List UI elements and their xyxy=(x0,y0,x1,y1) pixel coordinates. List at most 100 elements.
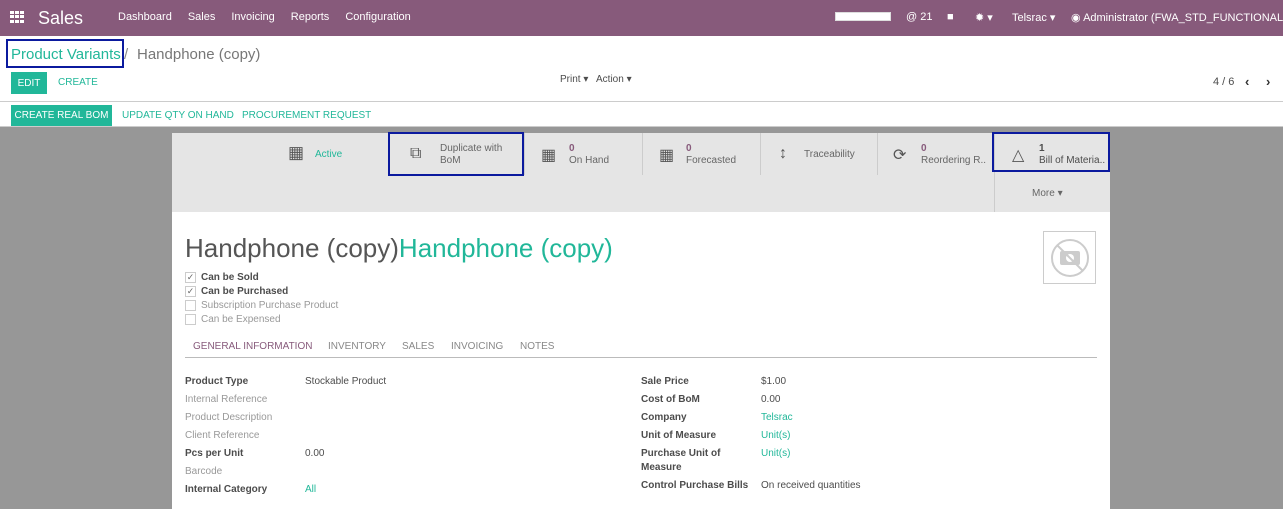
arrows-vertical-icon: ↕ xyxy=(779,145,787,162)
pcs-per-unit-label: Pcs per Unit xyxy=(185,448,244,459)
app-name: Sales xyxy=(38,8,84,28)
internal-reference-label: Internal Reference xyxy=(185,394,268,405)
on-hand-button[interactable]: ▦ 0 On Hand xyxy=(524,133,642,175)
can-be-sold-checkbox[interactable]: ✓ Can be Sold xyxy=(185,272,259,283)
can-be-purchased-checkbox[interactable]: ✓ Can be Purchased xyxy=(185,286,288,297)
forecasted-button[interactable]: ▦ 0 Forecasted xyxy=(642,133,760,175)
print-dropdown[interactable]: Print ▾ xyxy=(560,74,588,85)
tab-inventory[interactable]: Inventory xyxy=(328,341,386,352)
tab-sales[interactable]: Sales xyxy=(402,341,434,352)
edit-button[interactable]: Edit xyxy=(11,72,47,94)
unit-of-measure-label: Unit of Measure xyxy=(641,430,717,441)
pager-next-icon[interactable]: › xyxy=(1266,74,1270,89)
breadcrumb-current: Handphone (copy) xyxy=(137,46,261,63)
create-real-bom-button[interactable]: Create real BOM xyxy=(11,105,112,126)
empty-checkbox-icon xyxy=(185,300,196,311)
check-icon: ✓ xyxy=(185,272,196,283)
tab-general-information[interactable]: General Information xyxy=(193,341,312,352)
pcs-per-unit-value[interactable]: 0.00 xyxy=(305,448,324,459)
mentions-count: 21 xyxy=(920,11,933,23)
on-hand-count: 0 xyxy=(569,143,575,154)
button-box: ▦ Active ⧉ Duplicate with BoM ▦ 0 On Han… xyxy=(172,133,1110,212)
user-avatar-icon: ◉ xyxy=(1071,12,1081,24)
menu-sales[interactable]: Sales xyxy=(188,11,216,23)
create-button[interactable]: Create xyxy=(58,77,98,88)
control-purchase-bills-value[interactable]: On received quantities xyxy=(761,480,861,491)
subscription-label: Subscription Purchase Product xyxy=(201,300,339,311)
bom-label: Bill of Materia.. xyxy=(1039,155,1106,166)
top-navbar: Sales Dashboard Sales Invoicing Reports … xyxy=(0,0,1283,36)
archive-icon: ▦ xyxy=(288,143,305,162)
copy-icon: ⧉ xyxy=(410,145,422,162)
company-value[interactable]: Telsrac xyxy=(761,412,793,423)
breadcrumb-separator: / xyxy=(124,46,129,63)
building-icon: ▦ xyxy=(659,147,675,164)
flask-icon: △ xyxy=(1012,147,1025,164)
purchase-uom-label-line2: Measure xyxy=(641,462,682,473)
purchase-uom-value[interactable]: Unit(s) xyxy=(761,448,790,459)
product-image-placeholder[interactable] xyxy=(1043,231,1096,284)
mentions-counter[interactable]: @ 21 xyxy=(906,11,932,23)
action-dropdown[interactable]: Action ▾ xyxy=(596,74,632,85)
barcode-label: Barcode xyxy=(185,466,223,477)
sale-price-value[interactable]: $1.00 xyxy=(761,376,786,387)
tab-notes[interactable]: Notes xyxy=(520,341,554,352)
menu-invoicing[interactable]: Invoicing xyxy=(231,11,274,23)
menu-configuration[interactable]: Configuration xyxy=(345,11,410,23)
company-switcher[interactable]: Telsrac ▾ xyxy=(1012,11,1055,24)
user-menu[interactable]: ◉ Administrator (FWA_STD_FUNCTIONAL2) xyxy=(1071,11,1283,24)
breadcrumb-parent[interactable]: Product Variants xyxy=(11,46,121,63)
more-label: More ▾ xyxy=(1032,188,1063,199)
internal-category-value[interactable]: All xyxy=(305,484,316,495)
more-button[interactable]: More ▾ xyxy=(994,175,1110,212)
chat-icon[interactable]: ■ xyxy=(947,11,954,23)
reordering-label: Reordering R.. xyxy=(921,155,987,166)
reordering-rules-button[interactable]: ⟳ 0 Reordering R.. xyxy=(877,133,994,175)
action-label: Action xyxy=(596,74,624,85)
camera-icon xyxy=(1051,239,1089,277)
update-qty-button[interactable]: Update Qty On Hand xyxy=(122,105,234,126)
pager-value: 4 / 6 xyxy=(1213,76,1235,88)
cost-of-bom-value: 0.00 xyxy=(761,394,781,405)
menu-dashboard[interactable]: Dashboard xyxy=(118,11,172,23)
active-label: Active xyxy=(315,149,343,160)
duplicate-label-1: Duplicate with xyxy=(440,143,503,154)
forecasted-label: Forecasted xyxy=(686,155,737,166)
subscription-checkbox[interactable]: Subscription Purchase Product xyxy=(185,300,338,311)
print-label: Print xyxy=(560,74,581,85)
traceability-button[interactable]: ↕ Traceability xyxy=(760,133,877,175)
cost-of-bom-label: Cost of BoM xyxy=(641,394,700,405)
bill-of-materials-button[interactable]: △ 1 Bill of Materia.. xyxy=(994,133,1110,175)
form-sheet: ▦ Active ⧉ Duplicate with BoM ▦ 0 On Han… xyxy=(172,133,1110,509)
user-name: Administrator (FWA_STD_FUNCTIONAL2) xyxy=(1083,12,1283,24)
refresh-icon: ⟳ xyxy=(893,147,907,164)
forecasted-count: 0 xyxy=(686,143,692,154)
expensed-checkbox[interactable]: Can be Expensed xyxy=(185,314,281,325)
main-menu: Dashboard Sales Invoicing Reports Config… xyxy=(118,11,411,23)
bug-icon[interactable]: ✹ ▾ xyxy=(975,11,993,24)
unit-of-measure-value[interactable]: Unit(s) xyxy=(761,430,790,441)
company-name: Telsrac xyxy=(1012,12,1047,24)
empty-checkbox-icon xyxy=(185,314,196,325)
apps-grid-icon[interactable] xyxy=(10,11,24,23)
notebook-tabs: General Information Inventory Sales Invo… xyxy=(185,336,1097,358)
product-variant-name: Handphone (copy) xyxy=(398,233,613,263)
header-buttons-bar: Create real BOM Update Qty On Hand Procu… xyxy=(0,103,1283,127)
check-icon: ✓ xyxy=(185,286,196,297)
menu-reports[interactable]: Reports xyxy=(291,11,330,23)
company-label: Company xyxy=(641,412,687,423)
product-type-value[interactable]: Stockable Product xyxy=(305,376,386,387)
progress-indicator xyxy=(835,12,891,21)
traceability-label: Traceability xyxy=(804,149,855,160)
tab-invoicing[interactable]: Invoicing xyxy=(451,341,503,352)
purchase-uom-label-line1: Purchase Unit of xyxy=(641,448,721,459)
expensed-label: Can be Expensed xyxy=(201,314,281,325)
building-icon: ▦ xyxy=(541,147,557,164)
pager-previous-icon[interactable]: ‹ xyxy=(1245,74,1249,89)
product-type-label: Product Type xyxy=(185,376,249,387)
duplicate-with-bom-button[interactable]: ⧉ Duplicate with BoM xyxy=(389,133,507,175)
reordering-count: 0 xyxy=(921,143,927,154)
more-text: More xyxy=(1032,188,1055,199)
active-toggle-button[interactable]: ▦ Active xyxy=(271,133,389,175)
procurement-request-button[interactable]: Procurement Request xyxy=(242,105,371,126)
